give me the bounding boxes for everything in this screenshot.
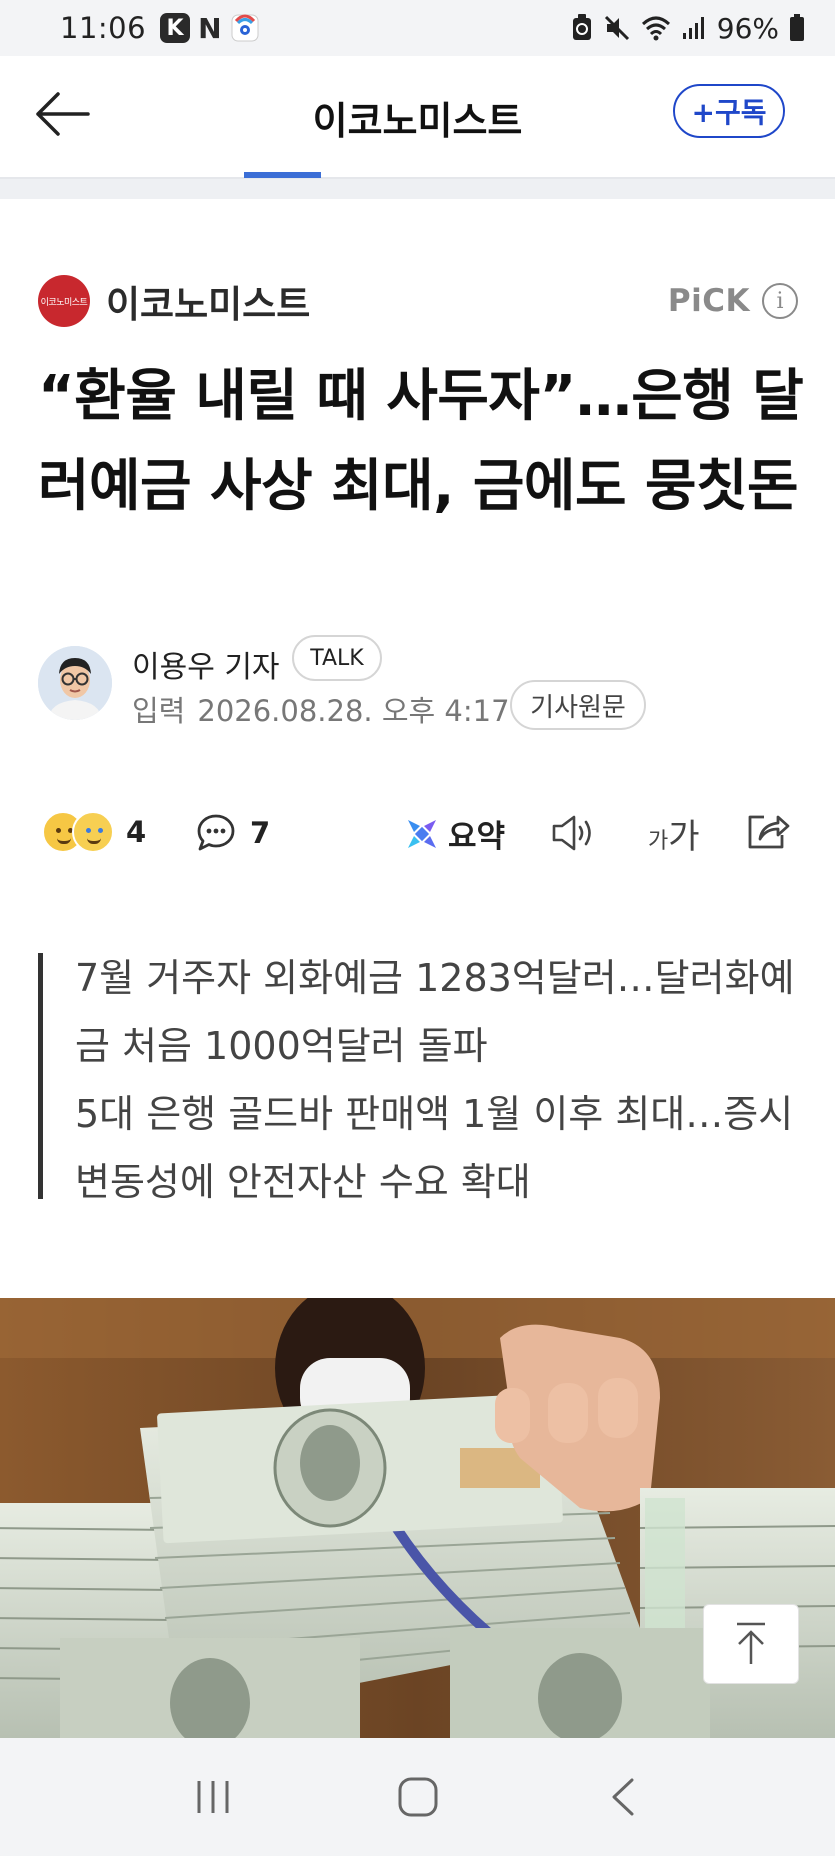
date-value: 2026.08.28. 오후 4:17 xyxy=(197,694,510,728)
location-app-icon xyxy=(231,14,259,42)
naver-notification-icon: N xyxy=(198,11,222,45)
article-screen: 11:06 K N 96% 이코노미스트 +구독 이코노미스트 이코노미스트 P… xyxy=(0,0,835,1856)
section-divider xyxy=(0,179,835,199)
article-headline: “환율 내릴 때 사두자”…은행 달러예금 사상 최대, 금에도 뭉칫돈 xyxy=(38,364,804,519)
reporter-photo xyxy=(38,646,112,720)
original-article-button[interactable]: 기사원문 xyxy=(510,680,646,730)
reporter-name[interactable]: 이용우 기자 xyxy=(132,642,280,686)
share-button[interactable] xyxy=(744,809,792,857)
subscribe-button[interactable]: +구독 xyxy=(673,84,785,138)
recent-apps-button[interactable] xyxy=(173,1757,253,1837)
wifi-icon xyxy=(641,16,670,41)
font-size-small-glyph: 가 xyxy=(648,829,669,854)
chevron-left-icon xyxy=(612,1778,633,1816)
system-status: 96% xyxy=(571,12,805,45)
starstruck-emoji-icon xyxy=(72,811,114,853)
publish-date: 입력 2026.08.28. 오후 4:17 xyxy=(132,688,510,730)
home-button[interactable] xyxy=(378,1757,458,1837)
text-to-speech-button[interactable] xyxy=(550,811,598,859)
info-icon[interactable]: i xyxy=(762,283,798,319)
top-app-bar: 이코노미스트 +구독 xyxy=(0,56,835,179)
article-summary: 7월 거주자 외화예금 1283억달러…달러화예금 처음 1000억달러 돌파 … xyxy=(75,944,795,1216)
date-label: 입력 xyxy=(132,694,186,728)
recent-apps-icon xyxy=(197,1781,228,1813)
press-row: 이코노미스트 이코노미스트 PiCK i xyxy=(38,275,798,327)
summary-button[interactable]: 요약 xyxy=(404,811,505,856)
reaction-count: 4 xyxy=(126,815,147,849)
tab-indicator xyxy=(244,172,321,178)
system-navigation-bar xyxy=(0,1738,835,1856)
reaction-button[interactable]: 4 xyxy=(42,811,146,853)
summary-line: 5대 은행 골드바 판매액 1월 이후 최대…증시 변동성에 안전자산 수요 확… xyxy=(75,1092,794,1204)
action-toolbar: 4 7 요약 가가 xyxy=(38,805,800,865)
talk-button[interactable]: TALK xyxy=(292,635,382,681)
comment-icon xyxy=(197,814,235,851)
notification-icons: K N xyxy=(160,12,259,45)
font-size-button[interactable]: 가가 xyxy=(648,809,700,858)
recycle-icon xyxy=(572,14,591,40)
home-icon xyxy=(398,1777,437,1817)
summary-label: 요약 xyxy=(448,819,506,855)
scroll-to-top-button[interactable] xyxy=(703,1604,799,1684)
battery-icon xyxy=(790,14,804,41)
battery-percent: 96% xyxy=(716,11,779,45)
font-size-large-glyph: 가 xyxy=(668,817,700,857)
arrow-up-icon xyxy=(737,1622,765,1664)
comment-count: 7 xyxy=(250,816,271,850)
status-bar: 11:06 K N 96% xyxy=(0,0,835,56)
pick-badge: PiCK xyxy=(667,283,750,319)
share-icon xyxy=(748,815,790,849)
speaker-icon xyxy=(552,815,591,851)
status-time: 11:06 xyxy=(60,11,147,45)
comment-button[interactable]: 7 xyxy=(194,811,270,855)
ai-summary-icon xyxy=(408,819,436,848)
reporter-avatar[interactable] xyxy=(38,646,112,720)
signal-icon xyxy=(682,17,704,39)
mute-icon xyxy=(604,15,629,41)
kakao-notification-icon: K xyxy=(160,13,191,43)
summary-line: 7월 거주자 외화예금 1283억달러…달러화예금 처음 1000억달러 돌파 xyxy=(75,956,795,1068)
press-name[interactable]: 이코노미스트 xyxy=(106,274,310,328)
system-back-button[interactable] xyxy=(583,1757,663,1837)
press-logo[interactable]: 이코노미스트 xyxy=(38,275,90,327)
summary-quote-bar xyxy=(38,953,43,1199)
